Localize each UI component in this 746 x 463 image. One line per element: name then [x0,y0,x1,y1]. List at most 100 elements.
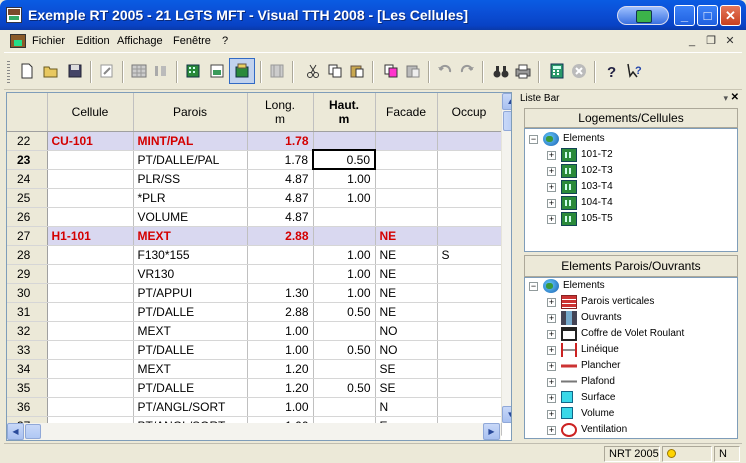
cell-occup[interactable] [437,283,502,303]
tree-item-logement[interactable]: 104-T4 [581,195,613,211]
tree-root-elements[interactable]: Elements [563,131,605,147]
cell-long[interactable]: 1.00 [247,340,314,360]
grid-icon[interactable] [130,62,148,80]
app-icon[interactable] [6,7,22,23]
row-number[interactable]: 30 [7,283,48,303]
cell-parois[interactable]: PLR/SS [133,169,248,189]
minimize-button[interactable]: _ [674,5,695,26]
column-header-facade[interactable]: Facade [375,93,438,132]
cell-long[interactable]: 4.87 [247,169,314,189]
corner-cell[interactable] [7,93,48,132]
cell-facade[interactable]: NE [375,283,438,303]
cell-facade[interactable]: NE [375,245,438,265]
wall-icon[interactable] [268,62,286,80]
column-header-cellule[interactable]: Cellule [47,93,134,132]
cell-occup[interactable] [437,169,502,189]
cell-facade[interactable] [375,188,438,208]
building-active-icon[interactable] [233,62,251,80]
tree-item-element[interactable]: Surface [581,390,615,406]
tree-item-element[interactable]: Linéique [581,342,619,358]
row-number[interactable]: 33 [7,340,48,360]
row-number[interactable]: 25 [7,188,48,208]
pill-badge[interactable] [617,6,669,25]
cell-occup[interactable] [437,226,502,246]
table-row[interactable]: 25 *PLR 4.87 1.00 [7,188,502,208]
row-number[interactable]: 23 [7,150,48,170]
table-row[interactable]: 28 F130*155 1.00 NE S [7,245,502,265]
cell-cellule[interactable] [47,283,134,303]
cell-cellule[interactable] [47,169,134,189]
cell-parois[interactable]: MINT/PAL [133,131,248,151]
table-row[interactable]: 36 PT/ANGL/SORT 1.00 N [7,397,502,417]
tree-item-element[interactable]: Coffre de Volet Roulant [581,326,684,342]
cell-long[interactable]: 4.87 [247,188,314,208]
cell-long[interactable] [247,264,314,284]
tree-root-elements[interactable]: Elements [563,278,605,294]
table-row[interactable]: 29 VR130 1.00 NE [7,264,502,284]
horizontal-scroll-thumb[interactable] [25,424,41,439]
cell-cellule[interactable] [47,378,134,398]
context-help-icon[interactable]: ? [626,62,644,80]
scroll-right-button[interactable]: ▶ [483,423,500,440]
cell-long[interactable]: 1.20 [247,359,314,379]
tree-item-element[interactable]: Ouvrants [581,310,622,326]
expand-toggle[interactable]: + [547,167,556,176]
cell-cellule[interactable] [47,397,134,417]
menu-help[interactable]: ? [222,35,228,47]
cell-haut[interactable]: 1.00 [313,283,376,303]
maximize-button[interactable]: □ [697,5,718,26]
cell-haut[interactable] [313,321,376,341]
row-number[interactable]: 22 [7,131,48,151]
cell-facade[interactable]: NE [375,264,438,284]
cell-cellule[interactable] [47,340,134,360]
row-number[interactable]: 28 [7,245,48,265]
row-number[interactable]: 32 [7,321,48,341]
table-row[interactable]: 33 PT/DALLE 1.00 0.50 NO [7,340,502,360]
table-row[interactable]: 34 MEXT 1.20 SE [7,359,502,379]
tree-item-element[interactable]: Volume [581,406,614,422]
expand-toggle[interactable]: + [547,394,556,403]
expand-toggle[interactable]: + [547,330,556,339]
window-icon[interactable] [208,62,226,80]
cell-cellule[interactable] [47,321,134,341]
cell-parois[interactable]: F130*155 [133,245,248,265]
bars-icon[interactable] [152,62,170,80]
paste-icon[interactable] [348,62,366,80]
cell-haut[interactable]: 1.00 [313,264,376,284]
cell-facade[interactable] [375,169,438,189]
cell-occup[interactable] [437,340,502,360]
expand-toggle[interactable]: + [547,362,556,371]
cell-facade[interactable]: SE [375,359,438,379]
cell-parois[interactable]: PT/DALLE [133,340,248,360]
cell-haut[interactable]: 1.00 [313,188,376,208]
row-number[interactable]: 27 [7,226,48,246]
cell-parois[interactable]: PT/DALLE [133,378,248,398]
scroll-up-button[interactable]: ▲ [502,93,511,110]
mdi-close-button[interactable]: ✕ [722,34,738,48]
toolbar-grip[interactable] [7,61,10,83]
table-row[interactable]: 30 PT/APPUI 1.30 1.00 NE [7,283,502,303]
table-row[interactable]: 24 PLR/SS 4.87 1.00 [7,169,502,189]
expand-toggle[interactable]: + [547,215,556,224]
cell-cellule[interactable] [47,264,134,284]
cell-cellule[interactable] [47,245,134,265]
cell-cellule[interactable] [47,188,134,208]
cell-haut[interactable] [313,131,376,151]
table-row[interactable]: 31 PT/DALLE 2.88 0.50 NE [7,302,502,322]
logements-tree[interactable]: − Elements +101-T2 +102-T3 +103-T4 +104-T4 +10… [524,128,738,252]
expand-toggle[interactable]: + [547,346,556,355]
cell-cellule[interactable] [47,150,134,170]
cell-facade[interactable]: NE [375,226,438,246]
menu-fichier[interactable]: Fichier [32,35,65,47]
expand-toggle[interactable]: − [529,135,538,144]
column-header-parois[interactable]: Parois [133,93,248,132]
parois-ouvrants-tree[interactable]: − Elements + Parois verticales + Ouvrants + Cof… [524,277,738,439]
tree-item-logement[interactable]: 102-T3 [581,163,613,179]
table-row[interactable]: 35 PT/DALLE 1.20 0.50 SE [7,378,502,398]
expand-toggle[interactable]: + [547,151,556,160]
copy-icon[interactable] [326,62,344,80]
cell-cellule[interactable]: H1-101 [47,226,134,246]
horizontal-scrollbar[interactable]: ◀ ▶ [7,423,501,440]
table-row[interactable]: 22 CU-101 MINT/PAL 1.78 [7,131,502,151]
menu-affichage[interactable]: Affichage [117,35,163,47]
